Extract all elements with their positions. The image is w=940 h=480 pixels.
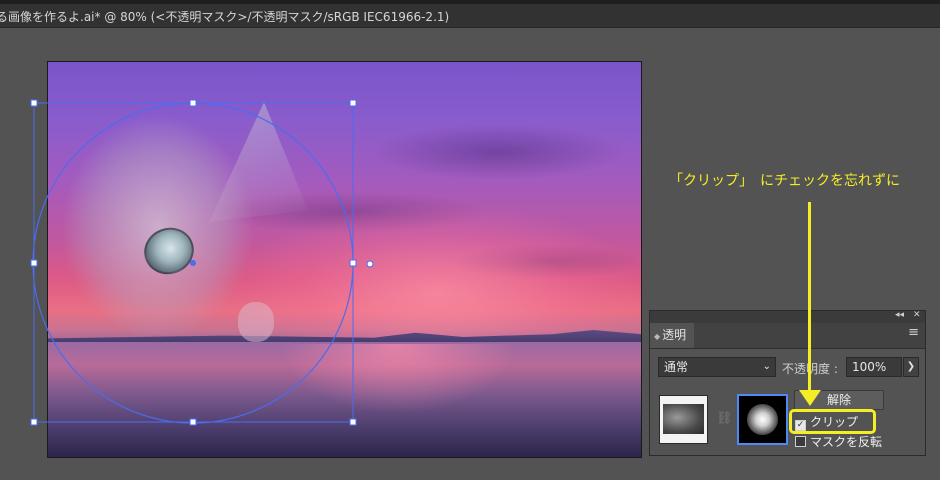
opacity-input[interactable]: 100% xyxy=(846,357,902,377)
transparency-panel: ◂◂ ✕ ◆ 透明 ≡ 通常 ⌄ 不透明度 : 100% ❯ 解除 ⛓ ✓ クリップ… xyxy=(649,310,926,456)
handle-top-left[interactable] xyxy=(30,99,38,107)
chevron-right-icon[interactable]: ❯ xyxy=(903,357,919,377)
clip-highlight-box xyxy=(789,409,876,434)
blend-mode-value: 通常 xyxy=(664,360,689,374)
document-tab-title[interactable]: る画像を作るよ.ai* @ 80% (<不透明マスク>/不透明マスク/sRGB … xyxy=(0,8,449,25)
link-icon[interactable]: ⛓ xyxy=(716,411,733,426)
artwork-thumbnail[interactable] xyxy=(659,395,708,444)
blend-mode-select[interactable]: 通常 ⌄ xyxy=(658,357,776,377)
artwork-thumbnail-image xyxy=(663,404,704,434)
tab-transparency-label: 透明 xyxy=(662,328,687,342)
mask-thumbnail-image xyxy=(747,404,778,435)
hamburger-icon[interactable]: ≡ xyxy=(908,325,919,340)
invert-mask-checkbox-row[interactable]: マスクを反転 xyxy=(795,434,882,450)
sea-reflection xyxy=(278,344,518,414)
annotation-text: 「クリップ」 にチェックを忘れずに xyxy=(669,173,900,189)
invert-mask-checkbox[interactable] xyxy=(795,436,806,447)
document-tab-bar: る画像を作るよ.ai* @ 80% (<不透明マスク>/不透明マスク/sRGB … xyxy=(0,0,940,28)
mask-thumbnail[interactable] xyxy=(737,394,788,445)
panel-tabbar: ◆ 透明 ≡ xyxy=(650,323,925,349)
artboard-canvas[interactable] xyxy=(47,61,642,458)
tab-transparency[interactable]: ◆ 透明 xyxy=(650,323,694,348)
chevron-down-icon: ⌄ xyxy=(762,361,771,372)
panel-titlebar: ◂◂ ✕ xyxy=(650,310,925,323)
invert-mask-label: マスクを反転 xyxy=(810,435,883,449)
grip-icon: ◆ xyxy=(654,332,661,341)
handle-middle-left[interactable] xyxy=(30,259,38,267)
close-icon[interactable]: ✕ xyxy=(913,310,921,320)
annotation-arrow-shaft xyxy=(808,202,811,392)
annotation-arrow-head xyxy=(799,390,821,406)
handle-bottom-left[interactable] xyxy=(30,418,38,426)
cat-muzzle xyxy=(238,302,274,342)
double-chevron-icon[interactable]: ◂◂ xyxy=(895,310,904,320)
